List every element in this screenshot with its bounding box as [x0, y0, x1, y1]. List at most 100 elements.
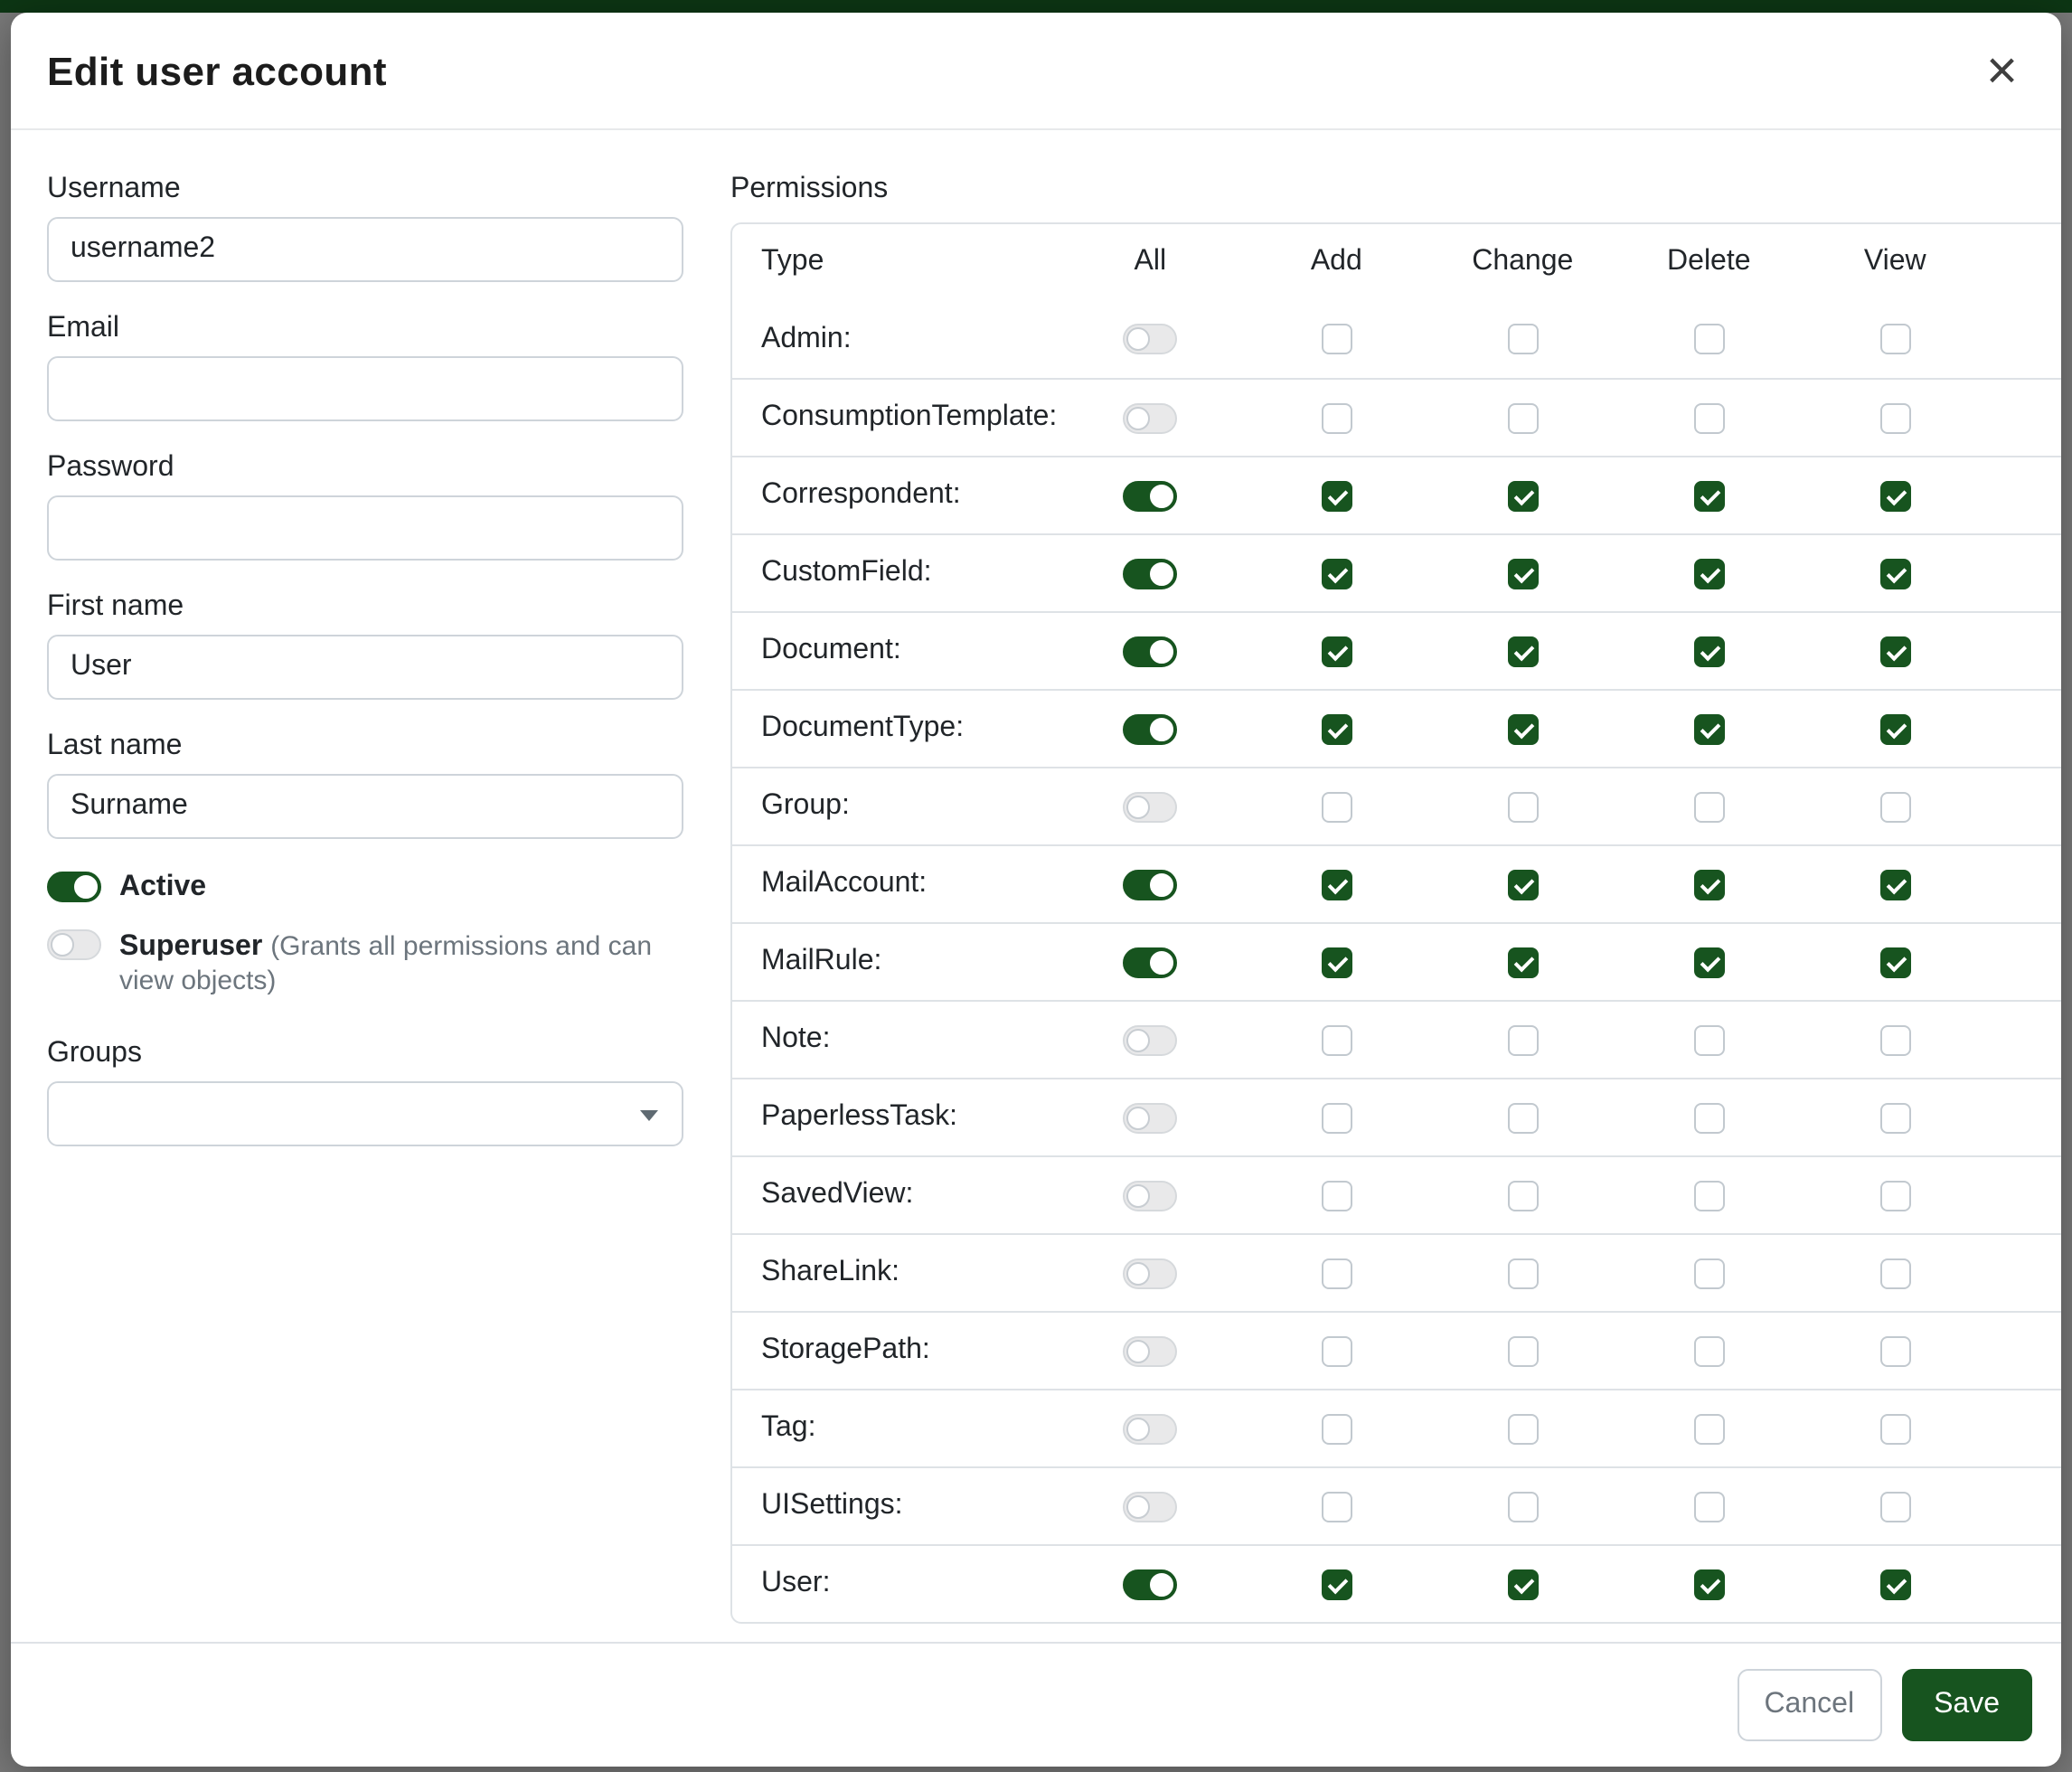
permission-delete-checkbox[interactable] — [1693, 1413, 1724, 1444]
permission-all-toggle[interactable] — [1123, 947, 1177, 977]
permission-add-checkbox[interactable] — [1321, 947, 1352, 977]
superuser-toggle[interactable] — [47, 929, 101, 960]
permission-change-checkbox[interactable] — [1507, 402, 1538, 433]
permission-delete-checkbox[interactable] — [1693, 1102, 1724, 1133]
cancel-button[interactable]: Cancel — [1737, 1669, 1881, 1741]
permission-type-label: CustomField: — [732, 557, 1057, 589]
permission-change-checkbox[interactable] — [1507, 1491, 1538, 1522]
permission-delete-checkbox[interactable] — [1693, 1024, 1724, 1055]
permission-change-checkbox[interactable] — [1507, 636, 1538, 666]
permission-delete-checkbox[interactable] — [1693, 869, 1724, 900]
permission-change-checkbox[interactable] — [1507, 480, 1538, 511]
permission-add-checkbox[interactable] — [1321, 1258, 1352, 1288]
permission-delete-checkbox[interactable] — [1693, 713, 1724, 744]
permission-delete-checkbox[interactable] — [1693, 1569, 1724, 1599]
permission-add-checkbox[interactable] — [1321, 636, 1352, 666]
toggle-knob — [1150, 872, 1173, 896]
permission-all-toggle[interactable] — [1123, 1413, 1177, 1444]
permission-add-checkbox[interactable] — [1321, 1413, 1352, 1444]
first-name-field[interactable] — [47, 635, 683, 700]
email-field[interactable] — [47, 356, 683, 421]
permission-view-checkbox[interactable] — [1879, 480, 1910, 511]
permission-delete-checkbox[interactable] — [1693, 324, 1724, 354]
permission-all-toggle[interactable] — [1123, 1258, 1177, 1288]
permission-all-toggle[interactable] — [1123, 324, 1177, 354]
permission-add-checkbox[interactable] — [1321, 1569, 1352, 1599]
permission-view-checkbox[interactable] — [1879, 324, 1910, 354]
permission-change-checkbox[interactable] — [1507, 1569, 1538, 1599]
permission-delete-checkbox[interactable] — [1693, 1491, 1724, 1522]
permission-all-toggle[interactable] — [1123, 1491, 1177, 1522]
permission-add-checkbox[interactable] — [1321, 791, 1352, 822]
permission-change-checkbox[interactable] — [1507, 791, 1538, 822]
permission-delete-checkbox[interactable] — [1693, 791, 1724, 822]
permission-all-toggle[interactable] — [1123, 402, 1177, 433]
permission-change-checkbox[interactable] — [1507, 1413, 1538, 1444]
permission-view-checkbox[interactable] — [1879, 1180, 1910, 1211]
save-button[interactable]: Save — [1901, 1669, 2032, 1741]
permission-view-checkbox[interactable] — [1879, 1024, 1910, 1055]
permission-add-checkbox[interactable] — [1321, 1491, 1352, 1522]
permission-delete-checkbox[interactable] — [1693, 558, 1724, 589]
permission-delete-checkbox[interactable] — [1693, 1258, 1724, 1288]
active-toggle[interactable] — [47, 872, 101, 902]
permission-view-checkbox[interactable] — [1879, 402, 1910, 433]
last-name-field[interactable] — [47, 774, 683, 839]
permission-view-checkbox[interactable] — [1879, 713, 1910, 744]
permission-change-checkbox[interactable] — [1507, 1024, 1538, 1055]
permission-add-checkbox[interactable] — [1321, 713, 1352, 744]
permission-view-checkbox[interactable] — [1879, 947, 1910, 977]
permission-all-toggle[interactable] — [1123, 713, 1177, 744]
permission-all-toggle[interactable] — [1123, 869, 1177, 900]
permission-all-toggle[interactable] — [1123, 1335, 1177, 1366]
permission-view-checkbox[interactable] — [1879, 869, 1910, 900]
username-input[interactable] — [47, 217, 683, 282]
permission-add-checkbox[interactable] — [1321, 869, 1352, 900]
permission-all-toggle[interactable] — [1123, 1569, 1177, 1599]
password-field[interactable] — [47, 495, 683, 561]
permission-delete-checkbox[interactable] — [1693, 1180, 1724, 1211]
permission-change-checkbox[interactable] — [1507, 1335, 1538, 1366]
permission-delete-checkbox[interactable] — [1693, 947, 1724, 977]
permission-change-checkbox[interactable] — [1507, 1102, 1538, 1133]
permission-all-toggle[interactable] — [1123, 791, 1177, 822]
permission-add-checkbox[interactable] — [1321, 402, 1352, 433]
permission-view-checkbox[interactable] — [1879, 1491, 1910, 1522]
permission-add-checkbox[interactable] — [1321, 1180, 1352, 1211]
permission-view-checkbox[interactable] — [1879, 791, 1910, 822]
permission-delete-checkbox[interactable] — [1693, 636, 1724, 666]
permission-add-checkbox[interactable] — [1321, 1335, 1352, 1366]
permission-all-toggle[interactable] — [1123, 1102, 1177, 1133]
permission-view-checkbox[interactable] — [1879, 1413, 1910, 1444]
permission-change-checkbox[interactable] — [1507, 713, 1538, 744]
permission-add-checkbox[interactable] — [1321, 480, 1352, 511]
permission-delete-checkbox[interactable] — [1693, 480, 1724, 511]
permission-delete-checkbox[interactable] — [1693, 1335, 1724, 1366]
permission-add-checkbox[interactable] — [1321, 558, 1352, 589]
permission-view-checkbox[interactable] — [1879, 636, 1910, 666]
permission-view-checkbox[interactable] — [1879, 1102, 1910, 1133]
permission-all-toggle[interactable] — [1123, 1024, 1177, 1055]
permission-change-checkbox[interactable] — [1507, 324, 1538, 354]
permission-view-checkbox[interactable] — [1879, 1569, 1910, 1599]
permission-change-checkbox[interactable] — [1507, 1258, 1538, 1288]
permission-add-checkbox[interactable] — [1321, 324, 1352, 354]
permission-change-checkbox[interactable] — [1507, 1180, 1538, 1211]
permission-all-toggle[interactable] — [1123, 636, 1177, 666]
permission-change-checkbox[interactable] — [1507, 869, 1538, 900]
permission-view-checkbox[interactable] — [1879, 1258, 1910, 1288]
permission-all-toggle[interactable] — [1123, 480, 1177, 511]
close-icon[interactable]: × — [1979, 45, 2025, 99]
permission-add-checkbox[interactable] — [1321, 1024, 1352, 1055]
toggle-knob — [74, 875, 98, 899]
permission-change-checkbox[interactable] — [1507, 558, 1538, 589]
toggle-knob — [1126, 1106, 1150, 1129]
permission-change-checkbox[interactable] — [1507, 947, 1538, 977]
permission-view-checkbox[interactable] — [1879, 558, 1910, 589]
permission-all-toggle[interactable] — [1123, 558, 1177, 589]
groups-select[interactable] — [47, 1081, 683, 1146]
permission-add-checkbox[interactable] — [1321, 1102, 1352, 1133]
permission-view-checkbox[interactable] — [1879, 1335, 1910, 1366]
permission-all-toggle[interactable] — [1123, 1180, 1177, 1211]
permission-delete-checkbox[interactable] — [1693, 402, 1724, 433]
